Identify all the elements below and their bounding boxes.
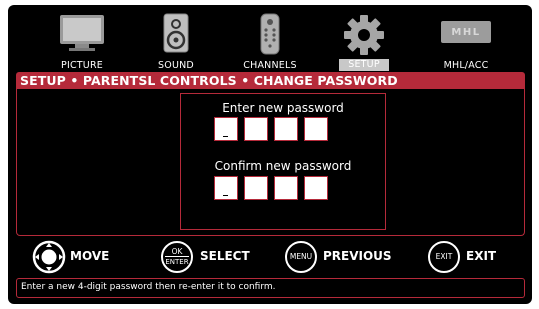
text-cursor: [223, 194, 228, 196]
menu-label-channels: CHANNELS: [243, 60, 297, 71]
gear-icon: [344, 15, 384, 55]
text-cursor: [223, 135, 228, 137]
confirm-password-label: Confirm new password: [214, 159, 352, 173]
enter-label: ENTER: [165, 256, 189, 266]
ok-label: OK: [171, 247, 183, 256]
ok-enter-button: OK ENTER: [161, 241, 193, 273]
menu-button: MENU: [285, 241, 317, 273]
remote-icon: [260, 13, 280, 55]
dpad-icon: [32, 240, 66, 278]
tv-screen: PICTURE SOUND CHANNELS SETUP MHL MHL/ACC…: [8, 5, 532, 304]
enter-password-digit-3[interactable]: [274, 117, 298, 141]
previous-label: PREVIOUS: [323, 249, 392, 263]
confirm-password-digit-1[interactable]: [214, 176, 238, 200]
confirm-password-fields: [214, 176, 328, 200]
menu-item-channels[interactable]: CHANNELS: [230, 7, 310, 71]
mhl-logo-text: MHL: [451, 26, 481, 38]
menu-label-sound: SOUND: [158, 60, 194, 71]
enter-password-label: Enter new password: [222, 101, 344, 115]
menu-label-setup: SETUP: [339, 59, 389, 71]
monitor-icon: [60, 15, 104, 51]
confirm-password-digit-2[interactable]: [244, 176, 268, 200]
menu-item-sound[interactable]: SOUND: [136, 7, 216, 71]
exit-label: EXIT: [466, 249, 497, 263]
main-panel: Enter new password Confirm new password: [16, 89, 525, 236]
help-text: Enter a new 4-digit password then re-ent…: [16, 278, 525, 298]
menu-label-mhl-acc: MHL/ACC: [443, 60, 489, 71]
menu-item-setup[interactable]: SETUP: [324, 7, 404, 71]
enter-password-digit-1[interactable]: [214, 117, 238, 141]
menu-button-label: MENU: [289, 252, 313, 261]
menu-item-picture[interactable]: PICTURE: [42, 7, 122, 71]
menu-label-picture: PICTURE: [61, 60, 103, 71]
mhl-logo-icon: MHL: [441, 21, 491, 43]
enter-password-digit-2[interactable]: [244, 117, 268, 141]
password-dialog: Enter new password Confirm new password: [180, 93, 386, 230]
confirm-password-digit-3[interactable]: [274, 176, 298, 200]
select-label: SELECT: [200, 249, 250, 263]
confirm-password-digit-4[interactable]: [304, 176, 328, 200]
speaker-icon: [163, 13, 189, 53]
button-legend: MOVE OK ENTER SELECT MENU PREVIOUS EXIT …: [8, 239, 532, 274]
page-title: SETUP • PARENTSL CONTROLS • CHANGE PASSW…: [16, 72, 525, 89]
menu-item-mhl-acc[interactable]: MHL MHL/ACC: [426, 7, 506, 71]
exit-button: EXIT: [428, 241, 460, 273]
move-label: MOVE: [70, 249, 110, 263]
enter-password-digit-4[interactable]: [304, 117, 328, 141]
exit-button-label: EXIT: [435, 252, 453, 261]
enter-password-fields: [214, 117, 328, 141]
